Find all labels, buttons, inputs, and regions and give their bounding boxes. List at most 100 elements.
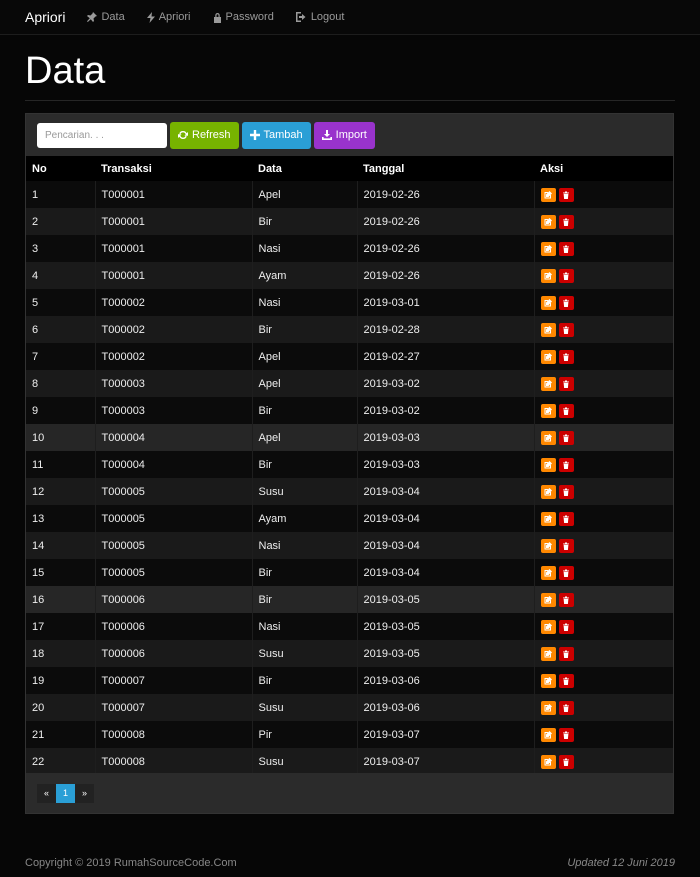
delete-button[interactable]: [558, 403, 574, 418]
delete-button[interactable]: [558, 241, 574, 256]
delete-button[interactable]: [558, 565, 574, 580]
cell-no: 14: [26, 532, 95, 559]
cell-aksi: [533, 748, 673, 775]
delete-button[interactable]: [558, 700, 574, 715]
cell-no: 4: [26, 262, 95, 289]
import-button[interactable]: Import: [313, 121, 375, 149]
cell-transaksi: T000008: [94, 748, 252, 775]
delete-button[interactable]: [558, 376, 574, 391]
edit-button[interactable]: [540, 457, 556, 472]
delete-button[interactable]: [558, 673, 574, 688]
cell-data: Apel: [251, 424, 357, 451]
edit-icon: [544, 730, 552, 739]
cell-no: 1: [26, 181, 95, 208]
cell-aksi: [533, 451, 673, 478]
delete-button[interactable]: [558, 619, 574, 634]
header-aksi: Aksi: [534, 156, 673, 181]
edit-button[interactable]: [540, 592, 556, 607]
brand-link[interactable]: Apriori: [25, 9, 65, 25]
cell-data: Pir: [251, 721, 357, 748]
edit-button[interactable]: [540, 538, 556, 553]
edit-button[interactable]: [540, 430, 556, 445]
edit-icon: [544, 406, 552, 415]
cell-transaksi: T000001: [94, 235, 252, 262]
prev-page-button[interactable]: «: [37, 783, 56, 803]
cell-aksi: [533, 505, 673, 532]
edit-button[interactable]: [540, 646, 556, 661]
edit-button[interactable]: [540, 727, 556, 742]
edit-button[interactable]: [540, 295, 556, 310]
cell-no: 3: [26, 235, 95, 262]
table-row: 5 T000002 Nasi 2019-03-01: [26, 289, 673, 316]
nav-item-apriori[interactable]: Apriori: [146, 11, 191, 23]
cell-aksi: [533, 694, 673, 721]
delete-button[interactable]: [558, 592, 574, 607]
table-row: 6 T000002 Bir 2019-02-28: [26, 316, 673, 343]
edit-button[interactable]: [540, 673, 556, 688]
edit-button[interactable]: [540, 754, 556, 769]
delete-button[interactable]: [558, 646, 574, 661]
table-row: 4 T000001 Ayam 2019-02-26: [26, 262, 673, 289]
delete-button[interactable]: [558, 727, 574, 742]
cell-transaksi: T000004: [94, 451, 252, 478]
next-page-button[interactable]: »: [75, 783, 94, 803]
delete-button[interactable]: [558, 538, 574, 553]
edit-button[interactable]: [540, 403, 556, 418]
cell-tanggal: 2019-03-03: [356, 424, 534, 451]
edit-icon: [544, 325, 552, 334]
edit-button[interactable]: [540, 268, 556, 283]
cell-data: Ayam: [251, 505, 357, 532]
cell-aksi: [533, 586, 673, 613]
cell-data: Ayam: [251, 262, 357, 289]
edit-button[interactable]: [540, 700, 556, 715]
cell-data: Susu: [251, 478, 357, 505]
edit-icon: [544, 379, 552, 388]
cell-aksi: [533, 235, 673, 262]
search-input[interactable]: [37, 122, 167, 148]
logout-icon: [295, 12, 306, 22]
edit-button[interactable]: [540, 565, 556, 580]
cell-transaksi: T000005: [94, 505, 252, 532]
delete-button[interactable]: [558, 754, 574, 769]
delete-button[interactable]: [558, 187, 574, 202]
delete-button[interactable]: [558, 295, 574, 310]
cell-tanggal: 2019-03-05: [356, 640, 534, 667]
delete-button[interactable]: [558, 511, 574, 526]
header-data: Data: [252, 156, 357, 181]
page-button-1[interactable]: 1: [56, 783, 75, 803]
delete-button[interactable]: [558, 430, 574, 445]
edit-icon: [544, 568, 552, 577]
add-button[interactable]: Tambah: [241, 121, 311, 149]
cell-tanggal: 2019-02-26: [356, 181, 534, 208]
edit-icon: [544, 703, 552, 712]
lock-icon: [213, 12, 221, 23]
cell-no: 6: [26, 316, 95, 343]
delete-button[interactable]: [558, 457, 574, 472]
delete-button[interactable]: [558, 214, 574, 229]
edit-button[interactable]: [540, 241, 556, 256]
refresh-button[interactable]: Refresh: [170, 121, 239, 149]
edit-button[interactable]: [540, 187, 556, 202]
refresh-label: Refresh: [192, 129, 231, 141]
pin-icon: [87, 12, 98, 22]
delete-button[interactable]: [558, 322, 574, 337]
edit-button[interactable]: [540, 214, 556, 229]
edit-button[interactable]: [540, 349, 556, 364]
trash-icon: [562, 299, 570, 307]
edit-icon: [544, 433, 552, 442]
edit-button[interactable]: [540, 322, 556, 337]
nav-item-label: Logout: [310, 11, 345, 23]
import-icon: [321, 130, 332, 140]
edit-button[interactable]: [540, 484, 556, 499]
edit-button[interactable]: [540, 619, 556, 634]
edit-button[interactable]: [540, 376, 556, 391]
edit-button[interactable]: [540, 511, 556, 526]
delete-button[interactable]: [558, 484, 574, 499]
table-row: 11 T000004 Bir 2019-03-03: [26, 451, 673, 478]
nav-item-logout[interactable]: Logout: [295, 11, 345, 23]
edit-icon: [544, 757, 552, 766]
delete-button[interactable]: [558, 349, 574, 364]
nav-item-data[interactable]: Data: [87, 11, 125, 23]
delete-button[interactable]: [558, 268, 574, 283]
nav-item-password[interactable]: Password: [213, 11, 274, 23]
